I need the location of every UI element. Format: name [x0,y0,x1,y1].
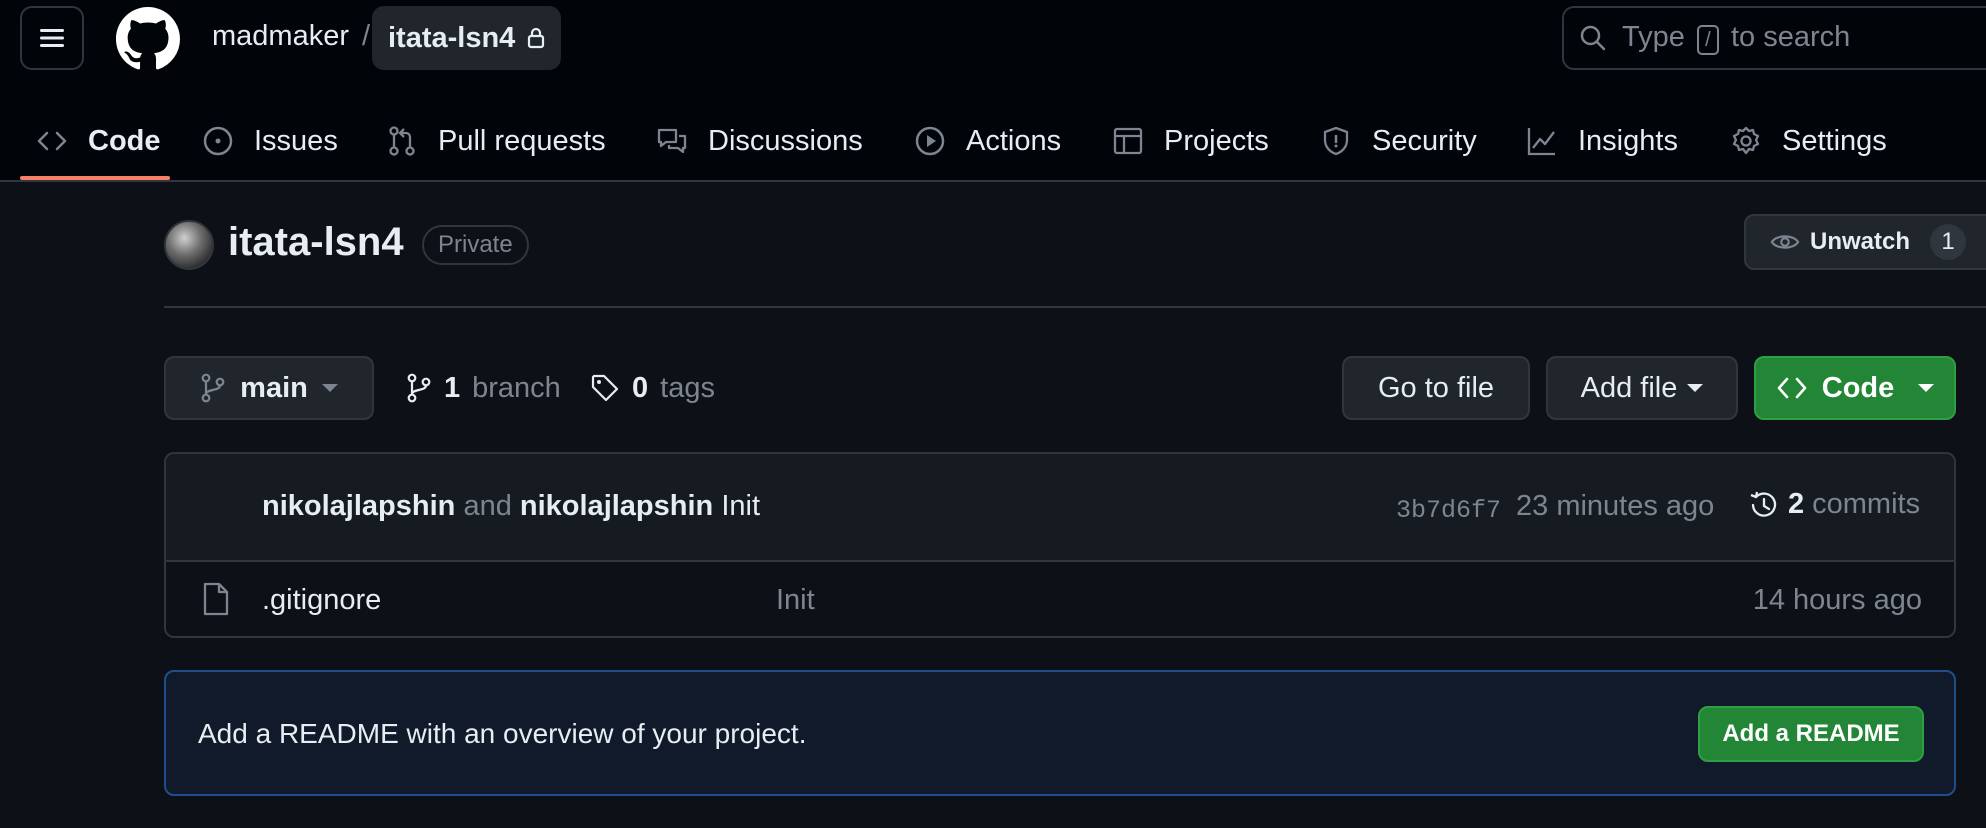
graph-icon [1527,128,1555,156]
play-icon [915,126,945,156]
tag-word: tags [660,371,715,404]
code-button[interactable]: Code [1754,356,1956,420]
commit-summary: nikolajlapshin and nikolajlapshin Init [262,490,760,523]
tab-security-label: Security [1372,124,1477,157]
add-readme-button[interactable]: Add a README [1698,706,1924,762]
readme-prompt: Add a README with an overview of your pr… [164,670,1956,796]
readme-prompt-text: Add a README with an overview of your pr… [198,718,807,749]
watch-count: 1 [1930,224,1966,260]
title-divider [164,306,1986,308]
tab-code[interactable]: Code [36,100,161,182]
branch-word: branch [472,371,561,404]
branch-select-button[interactable]: main [164,356,374,420]
file-commit-message[interactable]: Init [776,584,815,617]
tab-issues-label: Issues [254,124,338,157]
menu-button[interactable] [20,6,84,70]
tag-count: 0 [632,371,649,404]
avatar[interactable] [164,220,214,270]
branch-icon [407,373,431,403]
repo-title[interactable]: itata-lsn4 [228,220,404,265]
file-icon [203,582,229,616]
breadcrumb-owner[interactable]: madmaker [212,20,349,53]
branch-name: main [240,371,308,404]
visibility-badge: Private [422,225,529,265]
tags-link[interactable]: 0 tags [590,362,715,414]
code-icon [1777,377,1807,399]
branch-count: 1 [444,371,461,404]
history-icon [1750,491,1777,517]
tab-security[interactable]: Security [1320,100,1477,182]
unwatch-label: Unwatch [1809,228,1910,255]
tab-insights-label: Insights [1578,124,1678,157]
code-button-label: Code [1821,371,1895,404]
code-icon [37,131,67,151]
commit-author[interactable]: nikolajlapshin [262,490,455,522]
branches-link[interactable]: 1 branch [406,362,561,414]
file-time: 14 hours ago [1752,584,1922,616]
issue-icon [203,126,233,156]
active-tab-indicator [20,176,170,180]
unwatch-button[interactable]: Unwatch 1 [1744,214,1986,270]
chevron-down-icon [1687,384,1704,392]
commit-time: 23 minutes ago [1516,490,1715,522]
github-logo-icon[interactable] [116,7,180,71]
commit-sha[interactable]: 3b7d6f7 [1396,496,1501,525]
tab-code-label: Code [88,124,161,157]
lock-icon [528,27,545,49]
search-placeholder-suffix: to search [1731,20,1851,53]
tab-issues[interactable]: Issues [202,100,338,182]
chevron-down-icon [1918,384,1935,392]
commits-link[interactable]: 2 commits [1748,488,1920,521]
tab-discussions[interactable]: Discussions [656,100,863,182]
gear-icon [1732,126,1760,155]
tab-projects-label: Projects [1164,124,1269,157]
pull-request-icon [389,126,415,156]
tab-pull-requests-label: Pull requests [438,124,606,157]
breadcrumb-separator: / [362,20,371,52]
search-shortcut-key: / [1696,25,1719,56]
breadcrumb-repo[interactable]: itata-lsn4 [372,6,562,70]
tab-discussions-label: Discussions [708,124,863,157]
commit-and: and [463,490,512,522]
commit-word: commits [1812,488,1921,520]
go-to-file-button[interactable]: Go to file [1342,356,1530,420]
eye-icon [1770,235,1800,249]
add-file-button[interactable]: Add file [1546,356,1738,420]
hamburger-icon [40,29,64,47]
branch-icon [201,373,225,403]
file-name[interactable]: .gitignore [262,584,381,617]
table-row[interactable]: .gitignore Init 14 hours ago [166,562,1954,636]
search-icon [1580,25,1606,51]
tab-insights[interactable]: Insights [1526,100,1678,182]
latest-commit-row: nikolajlapshin and nikolajlapshin Init 3… [166,454,1954,562]
file-list: nikolajlapshin and nikolajlapshin Init 3… [164,452,1956,638]
discussion-icon [657,128,687,154]
tab-settings-label: Settings [1782,124,1887,157]
tab-pull-requests[interactable]: Pull requests [386,100,606,182]
commit-coauthor[interactable]: nikolajlapshin [520,490,713,522]
search-placeholder-prefix: Type [1622,20,1685,53]
tab-projects[interactable]: Projects [1112,100,1269,182]
commit-count: 2 [1788,488,1805,520]
shield-icon [1323,126,1349,156]
tab-actions[interactable]: Actions [914,100,1061,182]
add-file-label: Add file [1580,371,1678,404]
tab-actions-label: Actions [966,124,1062,157]
table-icon [1113,127,1143,155]
breadcrumb-repo-label: itata-lsn4 [388,21,516,54]
global-header: madmaker / itata-lsn4 Type / to search C… [0,0,1986,182]
search-input[interactable]: Type / to search [1562,6,1986,70]
commit-message[interactable]: Init [721,490,760,522]
chevron-down-icon [321,384,338,392]
tab-settings[interactable]: Settings [1730,100,1887,182]
tag-icon [591,374,619,402]
